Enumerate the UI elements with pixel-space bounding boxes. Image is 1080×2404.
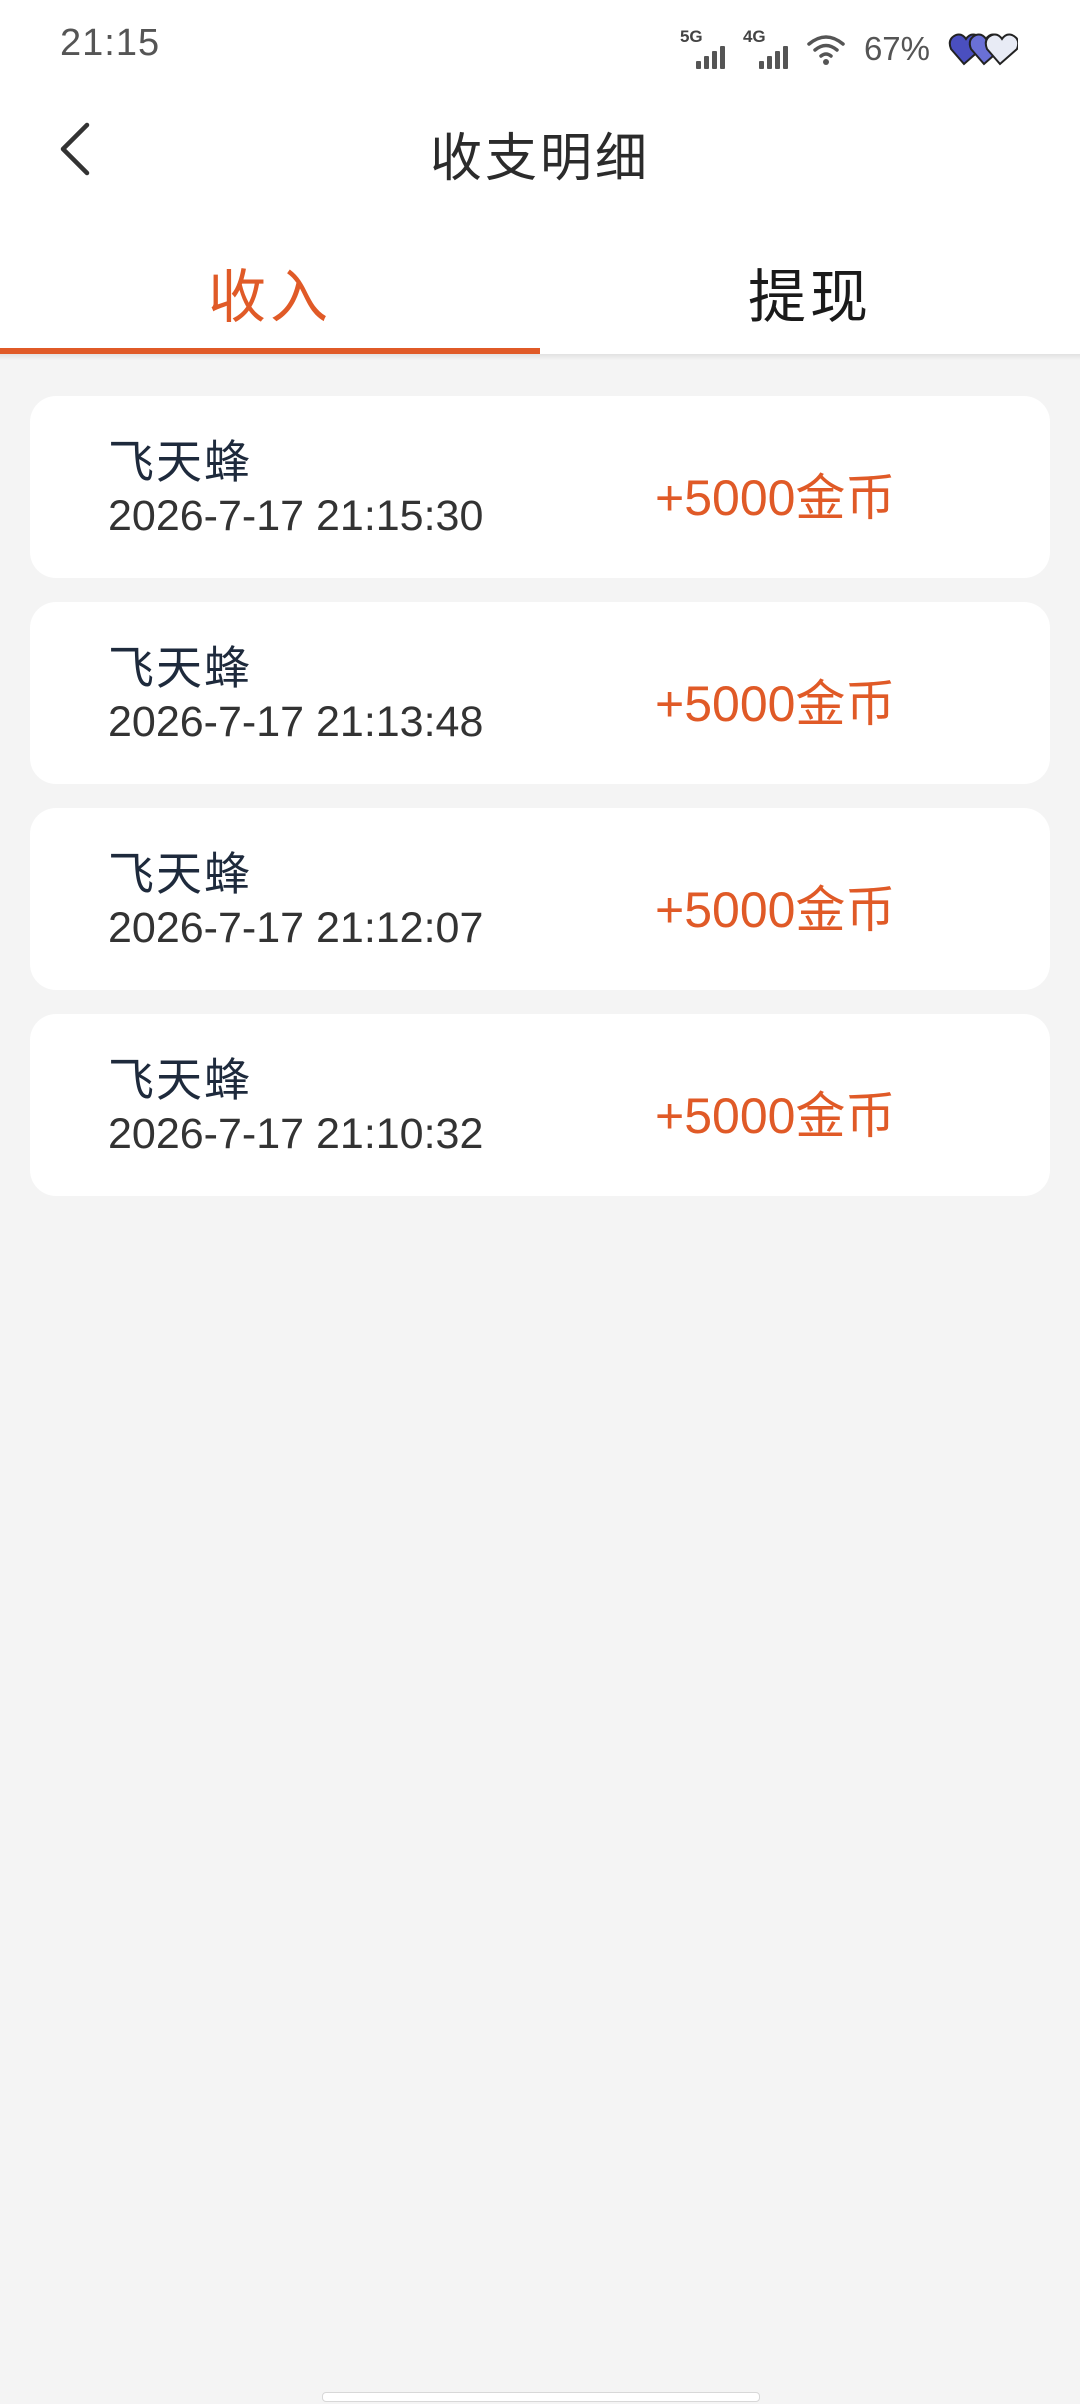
- home-indicator[interactable]: [322, 2392, 760, 2402]
- record-name: 飞天蜂: [108, 641, 252, 695]
- network-5g-label: 5G: [679, 27, 703, 46]
- header: 收支明细: [0, 96, 1080, 206]
- list-item[interactable]: 飞天蜂 2026-7-17 21:12:07 +5000金币: [30, 808, 1050, 990]
- page-title: 收支明细: [429, 129, 650, 189]
- list-item[interactable]: 飞天蜂 2026-7-17 21:13:48 +5000金币: [30, 602, 1050, 784]
- record-name: 飞天蜂: [108, 1053, 252, 1107]
- battery-percent: 67%: [863, 30, 930, 67]
- record-amount: +5000金币: [655, 676, 896, 732]
- divider: [0, 354, 1080, 360]
- network-4g-label: 4G: [742, 27, 766, 46]
- record-time: 2026-7-17 21:10:32: [108, 1110, 484, 1158]
- list-item[interactable]: 飞天蜂 2026-7-17 21:15:30 +5000金币: [30, 396, 1050, 578]
- record-time: 2026-7-17 21:13:48: [108, 698, 484, 746]
- record-time: 2026-7-17 21:15:30: [108, 492, 484, 540]
- record-amount: +5000金币: [655, 882, 896, 938]
- battery-heart-icon: [948, 31, 1018, 67]
- record-amount: +5000金币: [655, 1088, 896, 1144]
- record-list: 飞天蜂 2026-7-17 21:15:30 +5000金币 飞天蜂 2026-…: [30, 396, 1050, 1220]
- list-item[interactable]: 飞天蜂 2026-7-17 21:10:32 +5000金币: [30, 1014, 1050, 1196]
- tab-bar: 收入 提现: [0, 230, 1080, 354]
- signal-5g-icon: 5G: [679, 27, 725, 69]
- record-time: 2026-7-17 21:12:07: [108, 904, 484, 952]
- signal-4g-icon: 4G: [742, 27, 788, 69]
- top-bar: 21:15 5G 4G 67% 收支明细 收入 提现: [0, 0, 1080, 354]
- status-time: 21:15: [60, 22, 161, 64]
- tab-income[interactable]: 收入: [0, 230, 540, 354]
- tab-withdraw[interactable]: 提现: [540, 230, 1080, 354]
- record-amount: +5000金币: [655, 470, 896, 526]
- status-bar: 21:15 5G 4G 67%: [0, 0, 1080, 96]
- record-name: 飞天蜂: [108, 435, 252, 489]
- status-icons: 5G 4G 67%: [680, 26, 1018, 72]
- record-name: 飞天蜂: [108, 847, 252, 901]
- wifi-icon: [806, 32, 846, 66]
